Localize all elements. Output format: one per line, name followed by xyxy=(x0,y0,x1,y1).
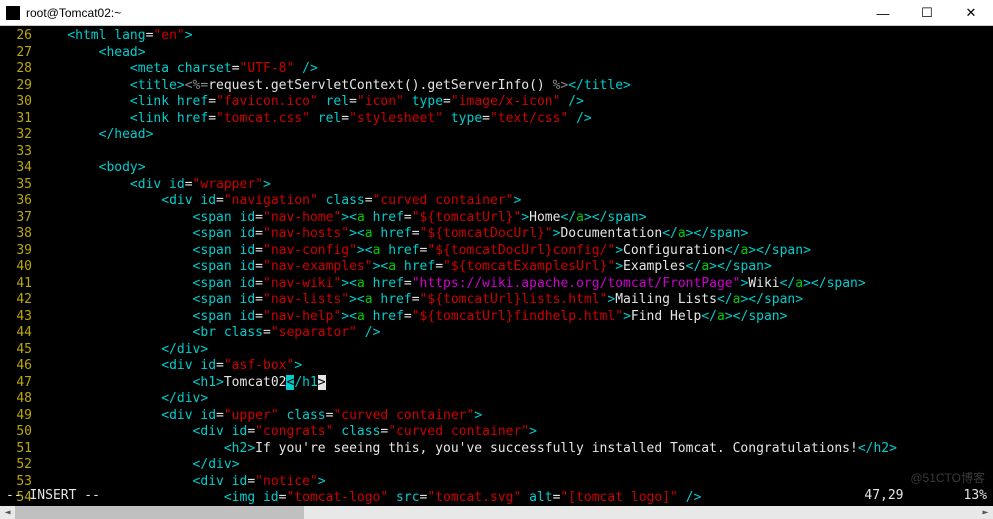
statusline: -- INSERT -- 47,29 13% xyxy=(6,488,987,505)
code-area[interactable]: 26 <html lang="en">27 <head>28 <meta cha… xyxy=(6,28,987,506)
scroll-thumb[interactable] xyxy=(15,506,304,519)
titlebar[interactable]: root@Tomcat02:~ — ☐ ✕ xyxy=(0,0,993,26)
maximize-button[interactable]: ☐ xyxy=(905,0,949,26)
scroll-left-icon[interactable]: ◄ xyxy=(0,506,15,519)
scroll-right-icon[interactable]: ► xyxy=(978,506,993,519)
scrollbar-horizontal[interactable]: ◄ ► xyxy=(0,506,993,519)
terminal[interactable]: 26 <html lang="en">27 <head>28 <meta cha… xyxy=(0,26,993,506)
terminal-icon xyxy=(6,6,20,20)
watermark: @51CTO博客 xyxy=(910,470,985,487)
minimize-button[interactable]: — xyxy=(861,0,905,26)
scroll-track[interactable] xyxy=(15,506,978,519)
cursor-position: 47,29 xyxy=(864,488,903,505)
window-controls: — ☐ ✕ xyxy=(861,0,993,26)
window-title: root@Tomcat02:~ xyxy=(26,6,121,20)
scroll-percent: 13% xyxy=(964,488,987,505)
close-button[interactable]: ✕ xyxy=(949,0,993,26)
vim-mode: -- INSERT -- xyxy=(6,488,864,505)
